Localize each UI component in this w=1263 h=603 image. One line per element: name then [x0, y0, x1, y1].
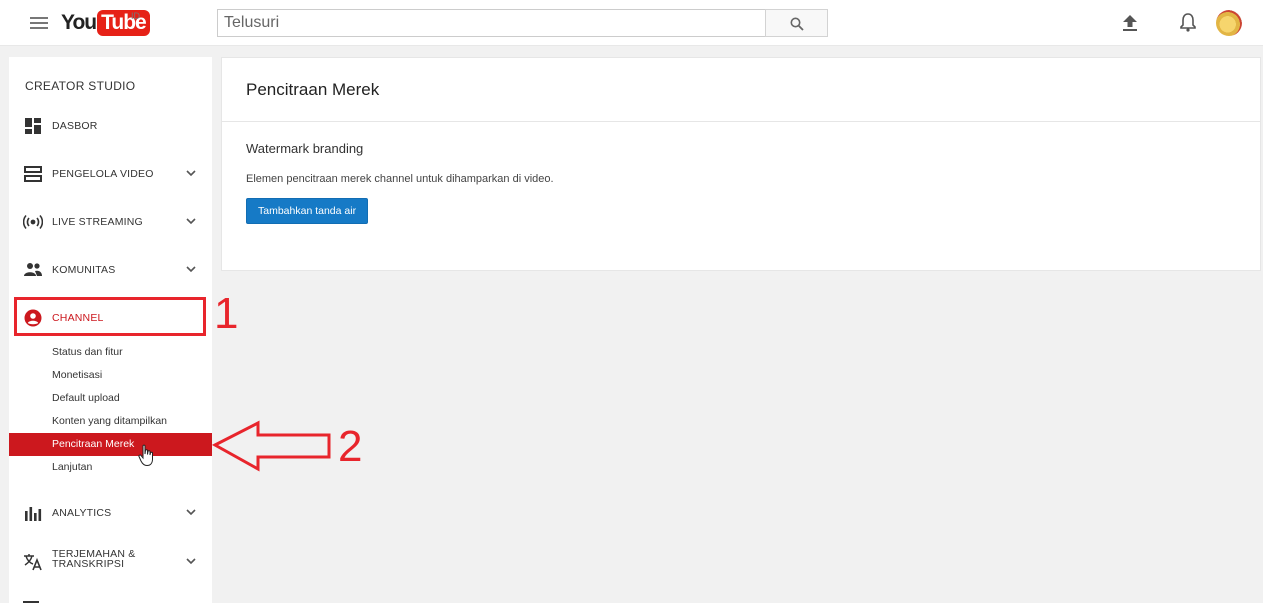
divider	[222, 121, 1260, 122]
video-manager-icon	[24, 166, 42, 182]
sidebar-item-label: ANALYTICS	[52, 507, 112, 519]
annotation-box-channel	[14, 297, 206, 336]
add-watermark-button[interactable]: Tambahkan tanda air	[246, 198, 369, 224]
live-icon	[23, 214, 43, 230]
sidebar-item-dashboard[interactable]: DASBOR	[9, 109, 212, 143]
sidebar-item-label: TERJEMAHAN & TRANSKRIPSI	[52, 549, 136, 570]
translate-icon	[24, 554, 42, 571]
logo-region-code: ID	[131, 11, 140, 21]
avatar[interactable]	[1216, 10, 1242, 36]
hand-cursor-icon	[138, 444, 153, 467]
annotation-number-1: 1	[214, 289, 239, 338]
search-button[interactable]	[765, 9, 828, 37]
chevron-down-icon[interactable]	[185, 263, 197, 275]
chevron-down-icon[interactable]	[185, 167, 197, 179]
sidebar-subitem-featured-content[interactable]: Konten yang ditampilkan	[9, 411, 212, 431]
annotation-arrow-icon	[212, 420, 331, 472]
sidebar-item-community[interactable]: KOMUNITAS	[9, 253, 212, 287]
sidebar-subitem-branding[interactable]: Pencitraan Merek	[9, 433, 212, 456]
sidebar-item-label-line2: TRANSKRIPSI	[52, 558, 125, 570]
sidebar-subitem-monetization[interactable]: Monetisasi	[9, 365, 212, 385]
sidebar-subitem-status[interactable]: Status dan fitur	[9, 342, 212, 362]
search-icon	[790, 17, 804, 31]
sidebar-item-label: DASBOR	[52, 120, 98, 132]
sidebar-item-live-streaming[interactable]: LIVE STREAMING	[9, 205, 212, 239]
sidebar-item-label: KOMUNITAS	[52, 264, 116, 276]
annotation-number-2: 2	[338, 422, 363, 471]
dashboard-icon	[25, 118, 41, 134]
sidebar-item-label: LIVE STREAMING	[52, 216, 143, 228]
sidebar-item-video-manager[interactable]: PENGELOLA VIDEO	[9, 157, 212, 191]
masthead: You Tube ID	[0, 0, 1263, 46]
community-icon	[24, 263, 42, 276]
section-title: Watermark branding	[246, 141, 364, 156]
upload-icon[interactable]	[1121, 13, 1139, 33]
sidebar-subitem-advanced[interactable]: Lanjutan	[9, 457, 212, 477]
logo-tube-text: Tube	[97, 10, 150, 36]
sidebar-subitem-upload-defaults[interactable]: Default upload	[9, 388, 212, 408]
next-item-icon	[23, 601, 39, 603]
branding-card: Pencitraan Merek Watermark branding Elem…	[221, 57, 1261, 271]
menu-icon[interactable]	[30, 14, 48, 32]
sidebar-item-label: PENGELOLA VIDEO	[52, 168, 154, 180]
youtube-logo[interactable]: You Tube ID	[61, 9, 150, 37]
sidebar-title: CREATOR STUDIO	[25, 79, 136, 93]
sidebar-item-translations[interactable]: TERJEMAHAN & TRANSKRIPSI	[9, 545, 212, 579]
page-title: Pencitraan Merek	[246, 80, 380, 99]
logo-you-text: You	[61, 11, 97, 34]
chevron-down-icon[interactable]	[185, 506, 197, 518]
section-description: Elemen pencitraan merek channel untuk di…	[246, 173, 554, 185]
chevron-down-icon[interactable]	[185, 215, 197, 227]
chevron-down-icon[interactable]	[185, 555, 197, 567]
search-input[interactable]	[217, 9, 766, 37]
bell-icon[interactable]	[1179, 12, 1197, 32]
analytics-icon	[25, 507, 42, 521]
sidebar-item-analytics[interactable]: ANALYTICS	[9, 496, 212, 530]
